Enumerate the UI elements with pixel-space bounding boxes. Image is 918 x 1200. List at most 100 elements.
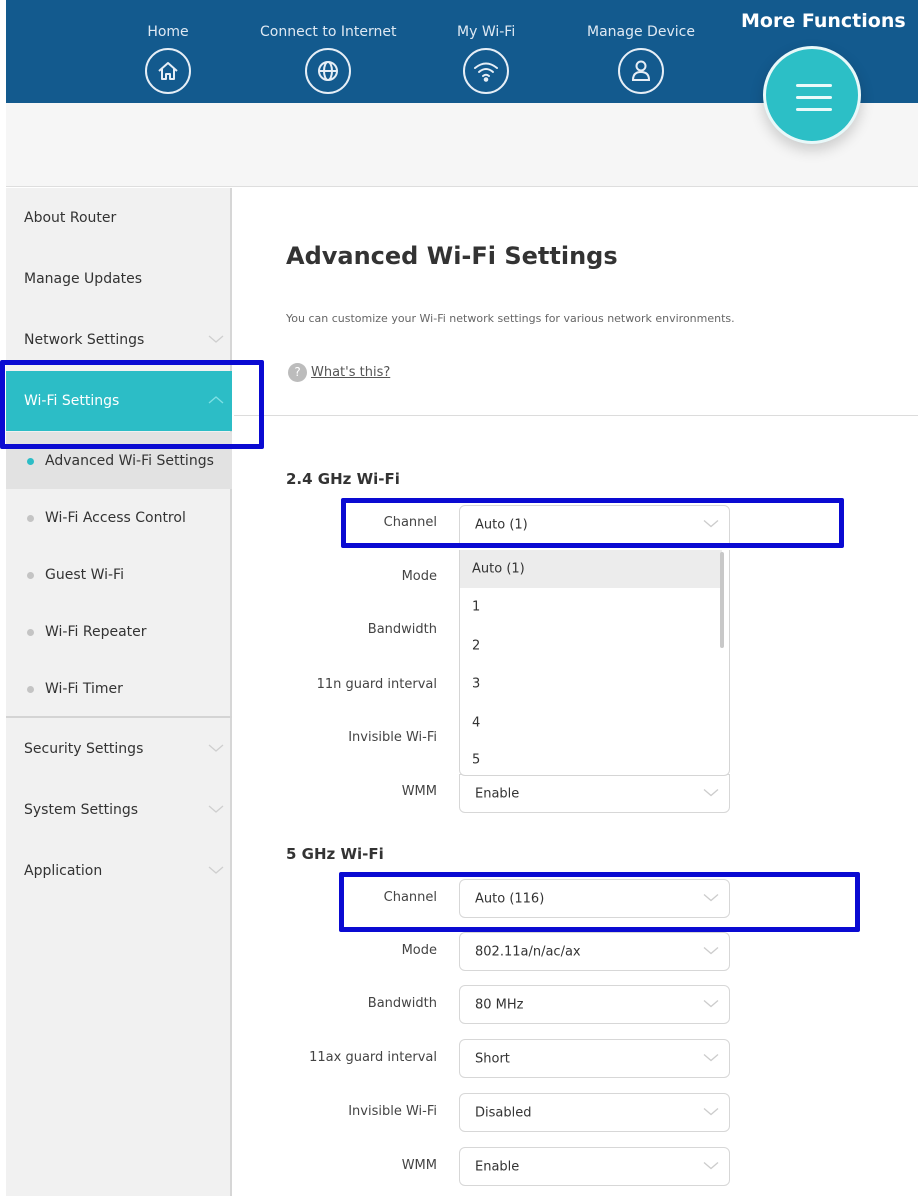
select-value: 802.11a/n/ac/ax <box>475 944 581 959</box>
dropdown-option[interactable]: 4 <box>460 704 722 742</box>
more-functions-label: More Functions <box>741 10 906 32</box>
nav-manage-device[interactable]: Manage Device <box>587 24 695 94</box>
help-link-row[interactable]: ? What's this? <box>288 363 390 382</box>
sidebar-subitem-label: Guest Wi-Fi <box>45 566 124 583</box>
page-title: Advanced Wi-Fi Settings <box>286 242 618 270</box>
sidebar-item-about-router[interactable]: About Router <box>6 188 232 248</box>
select-value: Disabled <box>475 1105 532 1120</box>
section-title-24ghz: 2.4 GHz Wi-Fi <box>286 470 400 488</box>
chevron-down-icon <box>208 863 224 879</box>
row-label: Bandwidth <box>367 996 437 1011</box>
row-label-24-invisible-wifi: Invisible Wi-Fi <box>348 730 437 745</box>
bullet-dot-icon <box>27 457 34 465</box>
sidebar-item-label: Application <box>24 863 103 879</box>
sidebar-subitem-label: Wi-Fi Access Control <box>45 509 186 526</box>
more-functions-button[interactable] <box>763 46 861 144</box>
chevron-down-icon <box>208 802 224 818</box>
dropdown-option[interactable]: 1 <box>460 588 722 626</box>
sidebar-item-wifi-settings[interactable]: Wi-Fi Settings <box>6 371 232 431</box>
row-label: Channel <box>383 890 437 905</box>
sidebar-subitem-wifi-timer[interactable]: Wi-Fi Timer <box>6 660 232 717</box>
row-label: Channel <box>383 515 437 530</box>
sidebar-item-security-settings[interactable]: Security Settings <box>6 719 232 779</box>
chevron-down-icon <box>703 1051 719 1066</box>
mode-5ghz-select[interactable]: 802.11a/n/ac/ax <box>459 932 730 971</box>
sidebar-item-manage-updates[interactable]: Manage Updates <box>6 249 232 309</box>
sidebar-item-label: Wi-Fi Settings <box>24 393 120 409</box>
dropdown-option[interactable]: 3 <box>460 665 722 703</box>
nav-home-label: Home <box>147 24 189 40</box>
row-label: 11ax guard interval <box>309 1050 437 1065</box>
wmm-5ghz-select[interactable]: Enable <box>459 1147 730 1186</box>
nav-manage-device-label: Manage Device <box>587 24 695 40</box>
chevron-down-icon <box>703 786 719 801</box>
row-label-24-guard-interval: 11n guard interval <box>316 677 437 692</box>
select-value: Short <box>475 1051 510 1066</box>
row-label: Invisible Wi-Fi <box>348 1104 437 1119</box>
sidebar-divider <box>6 716 232 718</box>
sidebar-item-label: Network Settings <box>24 332 145 348</box>
chevron-down-icon <box>703 997 719 1012</box>
whats-this-link[interactable]: What's this? <box>311 365 390 380</box>
wmm-24ghz-select[interactable]: Enable <box>459 774 730 813</box>
row-label: WMM <box>401 1158 437 1173</box>
bullet-dot-icon <box>27 571 34 579</box>
row-label-24-bandwidth: Bandwidth <box>367 622 437 637</box>
page-description: You can customize your Wi-Fi network set… <box>286 312 735 325</box>
nav-home[interactable]: Home <box>145 24 191 94</box>
sidebar-subitem-wifi-access-control[interactable]: Wi-Fi Access Control <box>6 489 232 546</box>
select-value: 80 MHz <box>475 997 524 1012</box>
chevron-down-icon <box>703 1105 719 1120</box>
bullet-dot-icon <box>27 628 34 636</box>
sidebar-item-label: About Router <box>24 210 117 226</box>
globe-icon <box>305 48 352 94</box>
bandwidth-5ghz-select[interactable]: 80 MHz <box>459 985 730 1024</box>
chevron-down-icon <box>703 944 719 959</box>
home-icon <box>145 48 191 94</box>
row-label: WMM <box>401 784 437 799</box>
chevron-down-icon <box>208 332 224 348</box>
chevron-down-icon <box>208 741 224 757</box>
channel-24ghz-dropdown-list: Auto (1) 1 2 3 4 5 <box>459 550 730 776</box>
chevron-down-icon <box>703 517 719 532</box>
sidebar-item-label: Manage Updates <box>24 271 143 287</box>
chevron-down-icon <box>703 891 719 906</box>
dropdown-scrollbar[interactable] <box>720 552 724 648</box>
bullet-dot-icon <box>27 514 34 522</box>
nav-connect-label: Connect to Internet <box>260 24 397 40</box>
row-label-24-mode: Mode <box>401 569 437 584</box>
sidebar-item-network-settings[interactable]: Network Settings <box>6 310 232 370</box>
sidebar-subitem-wifi-repeater[interactable]: Wi-Fi Repeater <box>6 603 232 660</box>
chevron-down-icon <box>703 1159 719 1174</box>
dropdown-option[interactable]: 2 <box>460 627 722 665</box>
invisible-wifi-5ghz-select[interactable]: Disabled <box>459 1093 730 1132</box>
sidebar-subitem-label: Wi-Fi Timer <box>45 680 123 697</box>
section-divider <box>234 415 918 416</box>
row-label: Mode <box>401 943 437 958</box>
nav-my-wifi[interactable]: My Wi-Fi <box>457 24 515 94</box>
channel-24ghz-select[interactable]: Auto (1) <box>459 505 730 544</box>
select-value: Enable <box>475 786 520 801</box>
select-value: Auto (116) <box>475 891 545 906</box>
dropdown-option[interactable]: 5 <box>460 741 722 775</box>
sidebar-subitem-advanced-wifi-settings[interactable]: Advanced Wi-Fi Settings <box>6 432 232 489</box>
dropdown-option[interactable]: Auto (1) <box>460 550 722 588</box>
nav-connect-to-internet[interactable]: Connect to Internet <box>260 24 396 94</box>
sidebar-subitem-label: Advanced Wi-Fi Settings <box>45 452 214 469</box>
sidebar: About Router Manage Updates Network Sett… <box>6 188 232 1196</box>
guard-interval-5ghz-select[interactable]: Short <box>459 1039 730 1078</box>
chevron-up-icon <box>208 393 224 409</box>
section-title-5ghz: 5 GHz Wi-Fi <box>286 845 384 863</box>
user-icon <box>617 48 664 94</box>
nav-my-wifi-label: My Wi-Fi <box>457 24 516 40</box>
sidebar-subitem-guest-wifi[interactable]: Guest Wi-Fi <box>6 546 232 603</box>
main-content: Advanced Wi-Fi Settings You can customiz… <box>234 188 918 1200</box>
sidebar-subitem-label: Wi-Fi Repeater <box>45 623 147 640</box>
bullet-dot-icon <box>27 685 34 693</box>
channel-5ghz-select[interactable]: Auto (116) <box>459 879 730 918</box>
sidebar-item-label: Security Settings <box>24 741 144 757</box>
question-icon: ? <box>288 363 307 382</box>
select-value: Enable <box>475 1159 520 1174</box>
sidebar-item-system-settings[interactable]: System Settings <box>6 780 232 840</box>
sidebar-item-application[interactable]: Application <box>6 841 232 901</box>
